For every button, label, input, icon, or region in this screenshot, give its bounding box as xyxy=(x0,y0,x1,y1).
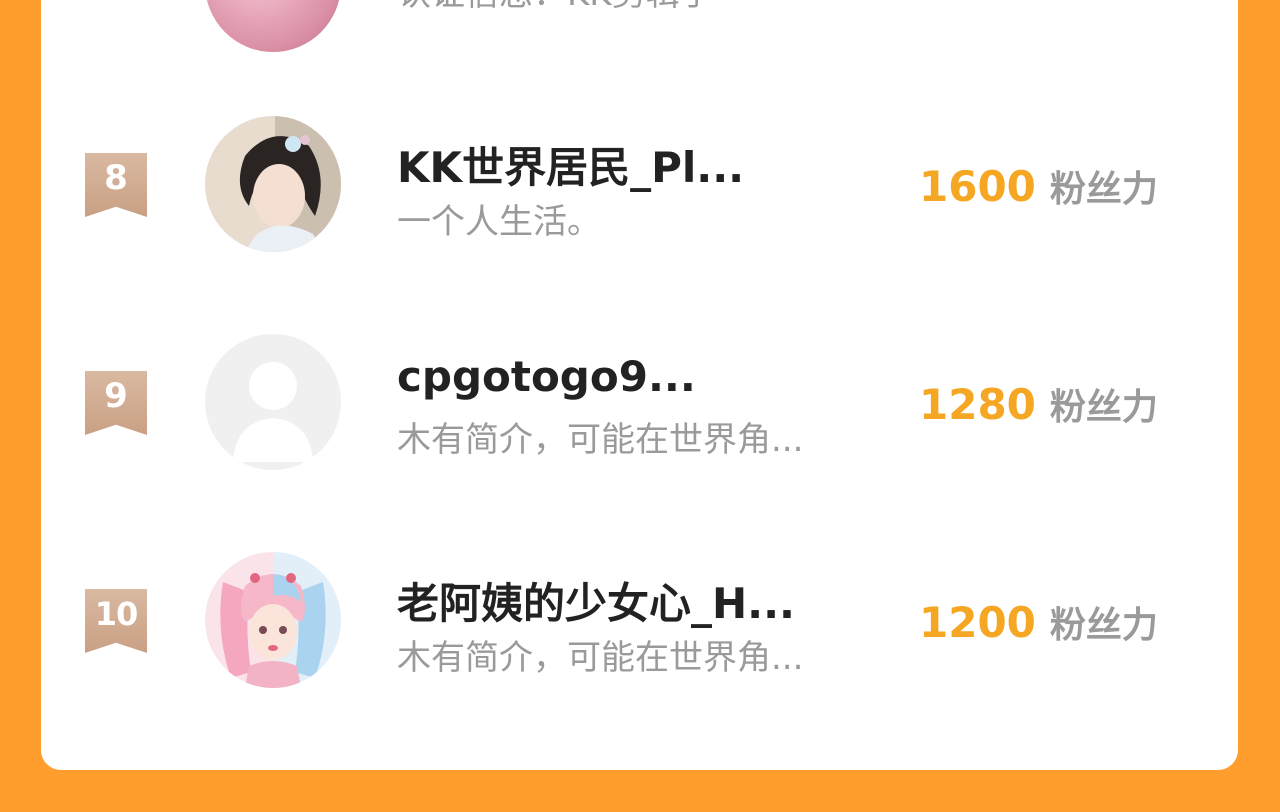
user-name[interactable]: cpgotogo9... xyxy=(397,352,696,401)
list-item[interactable]: 8 KK世界居民_Pl... 一个人生活。 1600 粉丝力 xyxy=(41,116,1238,256)
user-description: 木有简介，可能在世界角... xyxy=(397,638,804,678)
user-description: 认证信息：KK剪辑手 xyxy=(397,0,714,15)
rank-badge: 10 xyxy=(85,589,147,653)
fans-number: 1200 xyxy=(919,598,1036,647)
user-description: 木有简介，可能在世界角... xyxy=(397,420,804,460)
fans-score: 1280 粉丝力 xyxy=(919,378,1158,430)
user-description: 一个人生活。 xyxy=(397,202,601,242)
fans-unit: 粉丝力 xyxy=(1049,169,1158,210)
rank-badge: 8 xyxy=(85,153,147,217)
fans-number: 1600 xyxy=(919,162,1036,211)
avatar[interactable] xyxy=(205,552,341,688)
fans-score: 1600 粉丝力 xyxy=(919,160,1158,212)
user-name[interactable]: KK世界居民_Pl... xyxy=(397,134,744,195)
ranking-card: 认证信息：KK剪辑手 8 KK世界居民_Pl... 一个人生活。 1600 粉丝力… xyxy=(41,0,1238,770)
user-name[interactable]: 老阿姨的少女心_H... xyxy=(397,570,795,631)
twin-girls-avatar-icon xyxy=(205,552,341,688)
fans-unit: 粉丝力 xyxy=(1049,605,1158,646)
rank-badge: 9 xyxy=(85,371,147,435)
avatar[interactable] xyxy=(205,116,341,252)
woman-avatar-icon xyxy=(205,116,341,252)
list-item[interactable]: 10 老阿姨的少女心_H... 木有简介，可能在世界角... 1200 粉丝力 xyxy=(41,552,1238,692)
list-item[interactable]: 9 cpgotogo9... 木有简介，可能在世界角... 1280 粉丝力 xyxy=(41,334,1238,474)
avatar[interactable] xyxy=(205,334,341,470)
fans-unit: 粉丝力 xyxy=(1049,387,1158,428)
default-avatar-icon xyxy=(205,334,341,470)
list-item-partial[interactable]: 认证信息：KK剪辑手 xyxy=(41,0,1238,52)
fans-number: 1280 xyxy=(919,380,1036,429)
fans-score: 1200 粉丝力 xyxy=(919,596,1158,648)
avatar[interactable] xyxy=(205,0,341,52)
